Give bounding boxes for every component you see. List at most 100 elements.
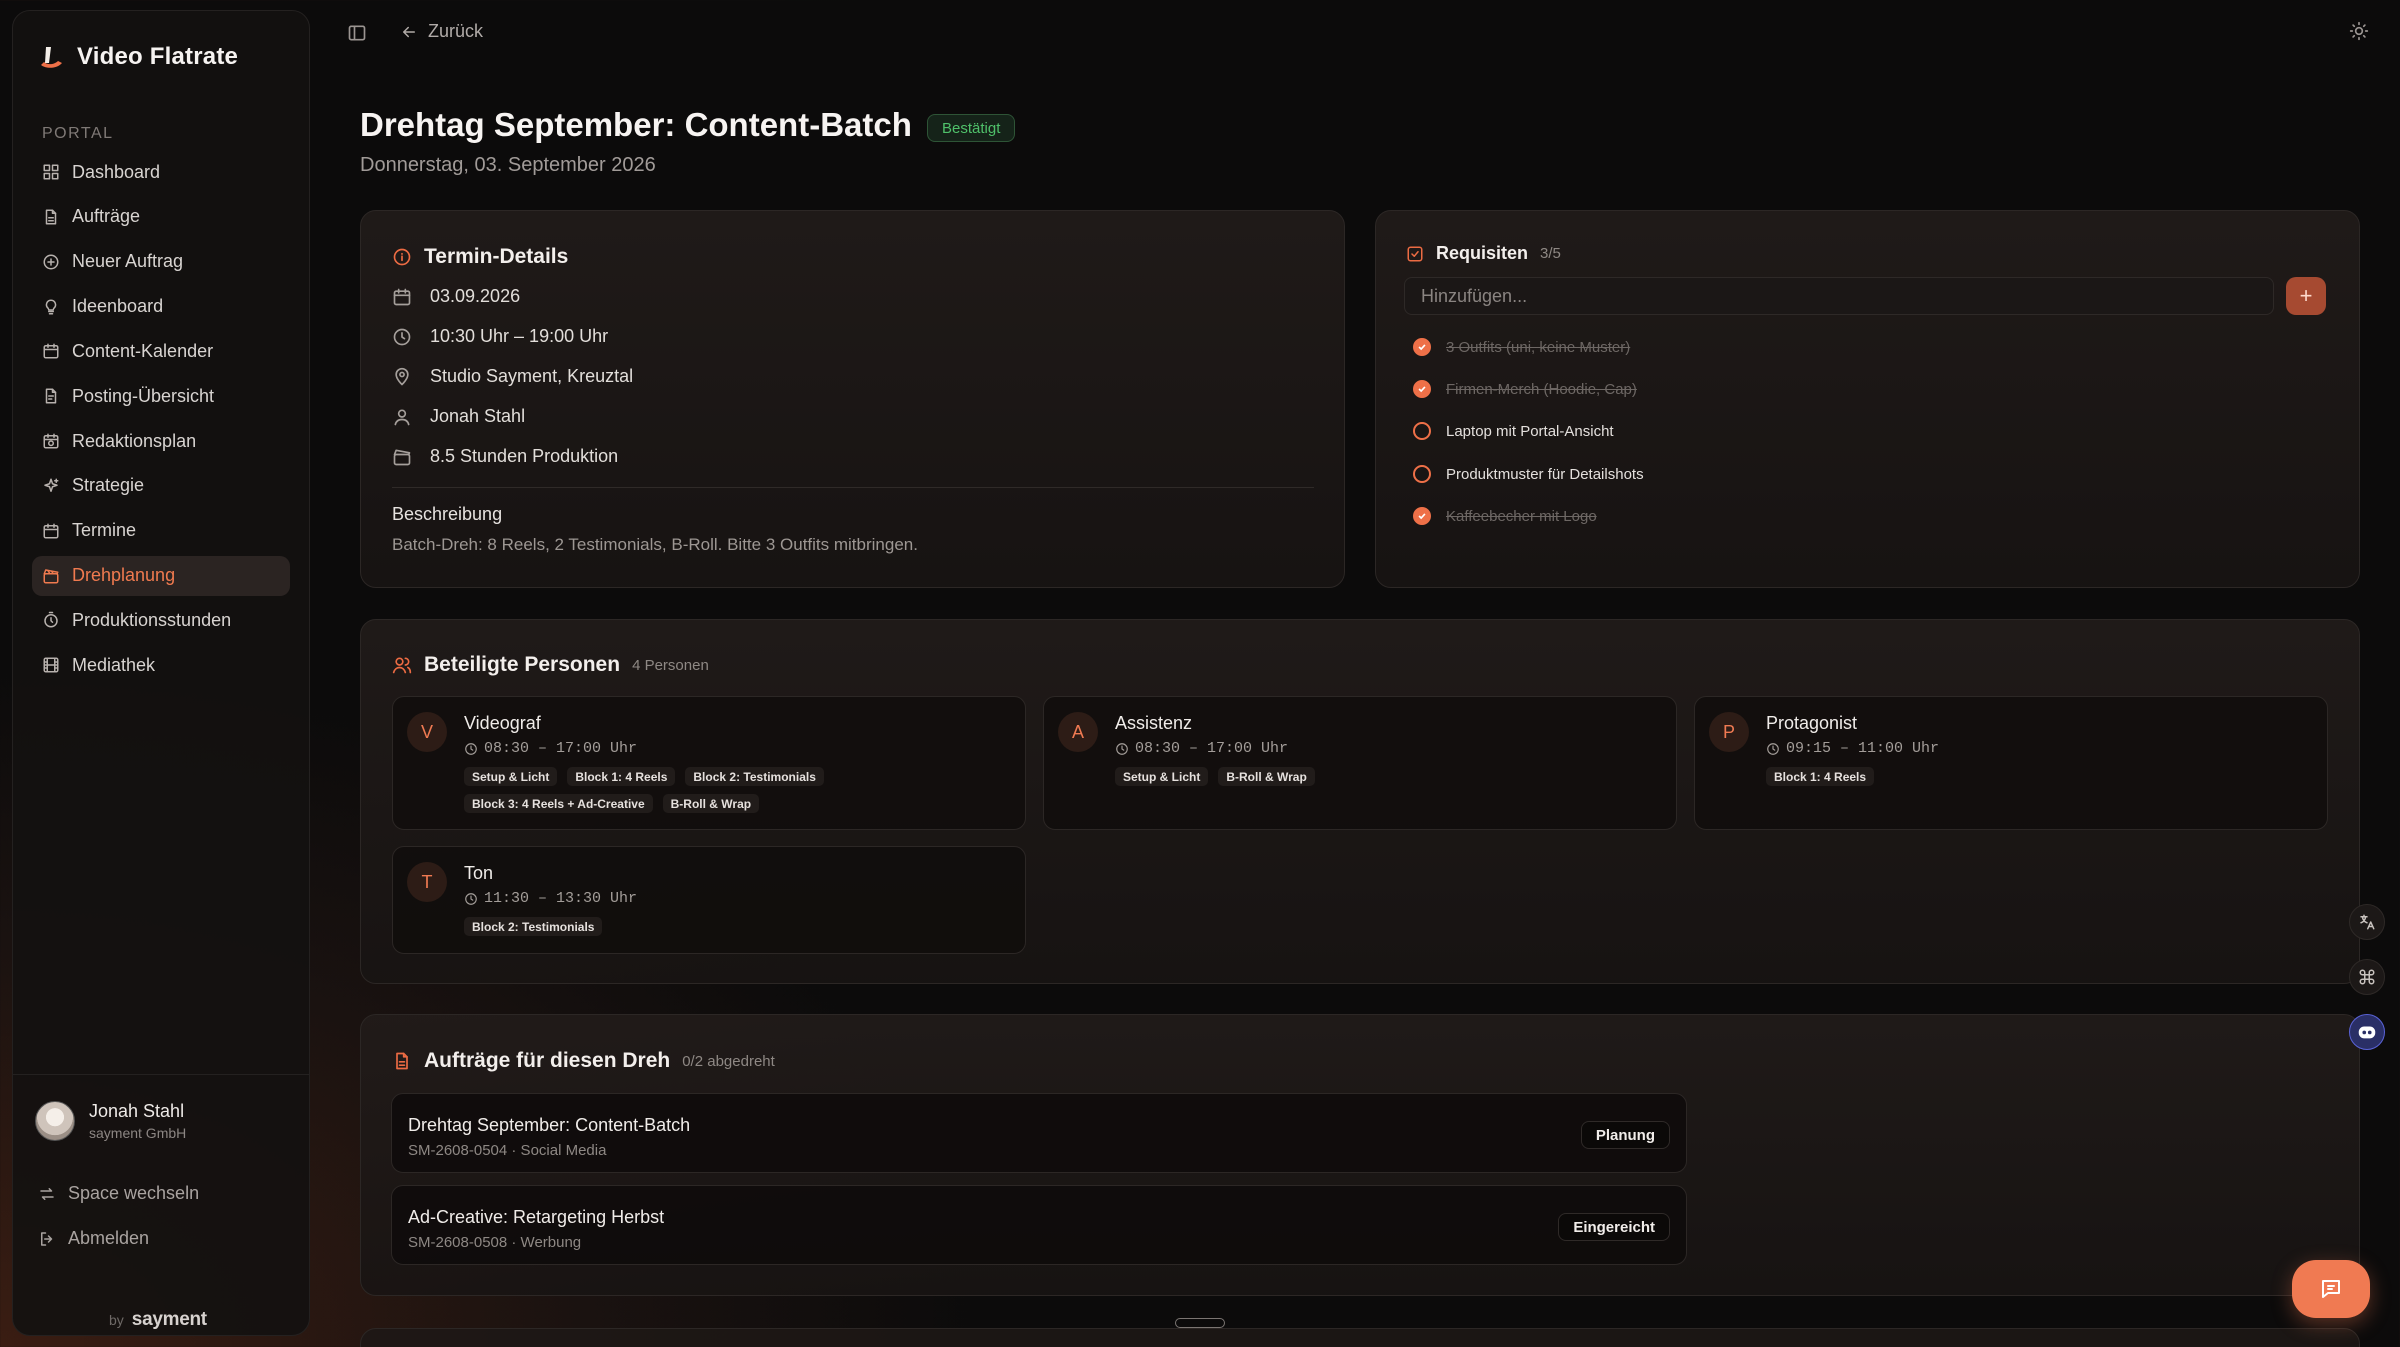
clock-icon [1116, 742, 1128, 755]
requisites-count: 3/5 [1540, 245, 1561, 262]
person-tags: Setup & Licht B-Roll & Wrap [1115, 767, 1655, 786]
translate-button[interactable] [2349, 904, 2385, 940]
requisites-add-button[interactable]: + [2286, 277, 2326, 315]
requisite-item[interactable]: 3 Outfits (uni, keine Muster) [1413, 338, 1630, 356]
person-tags: Block 1: 4 Reels [1766, 767, 2306, 786]
checked-icon[interactable] [1413, 338, 1431, 356]
requisites-header: Requisiten 3/5 [1406, 243, 1561, 264]
sidebar-divider [13, 1074, 309, 1075]
person-role: Ton [464, 863, 494, 883]
file-text-icon [45, 388, 57, 404]
detail-date: 03.09.2026 [392, 286, 520, 307]
arrow-left-icon [403, 26, 415, 37]
calendar-clock-icon [43, 433, 59, 449]
sidebar-item-termine[interactable]: Termine [32, 511, 290, 551]
requisite-label: Firmen-Merch (Hoodie, Cap) [1446, 380, 1637, 398]
requisites-card: Requisiten 3/5 + 3 Outfits (uni, keine M… [1375, 210, 2360, 588]
sidebar-item-auftraege[interactable]: Aufträge [32, 197, 290, 237]
order-title: Drehtag September: Content-Batch [408, 1115, 691, 1135]
requisites-add-input[interactable] [1404, 277, 2274, 315]
person-avatar: A [1058, 712, 1098, 752]
detail-date-value: 03.09.2026 [430, 286, 521, 306]
sidebar-item-label: Content-Kalender [72, 340, 214, 361]
plus-circle-icon [43, 254, 59, 270]
person-time: 08:30 – 17:00 Uhr [464, 740, 637, 757]
clock-icon [393, 328, 411, 345]
bot-icon [2358, 1026, 2376, 1039]
person-time-value: 08:30 – 17:00 Uhr [1135, 740, 1289, 757]
person-time-value: 11:30 – 13:30 Uhr [484, 890, 638, 907]
sidebar-item-neuer-auftrag[interactable]: Neuer Auftrag [32, 242, 290, 282]
clapperboard-icon [393, 449, 411, 465]
description-label: Beschreibung [392, 504, 503, 524]
details-card: Termin-Details 03.09.2026 10:30 Uhr – 19… [360, 210, 1345, 588]
sun-icon [2349, 21, 2369, 41]
order-status-badge: Planung [1580, 1121, 1670, 1149]
clock-icon [465, 892, 477, 905]
person-card-videograf[interactable]: V Videograf 08:30 – 17:00 Uhr Setup & Li… [392, 696, 1026, 830]
sidebar-nav: Dashboard Aufträge Neuer Auftrag Ideenbo… [32, 152, 290, 690]
details-header: Termin-Details [392, 245, 568, 269]
logout-icon [41, 1231, 53, 1246]
unchecked-circle-icon[interactable] [1413, 422, 1431, 440]
sidebar-item-label: Ideenboard [72, 296, 164, 317]
sidebar-item-redaktionsplan[interactable]: Redaktionsplan [32, 421, 290, 461]
requisite-label: Produktmuster für Detailshots [1446, 465, 1644, 483]
sidebar-item-dashboard[interactable]: Dashboard [32, 152, 290, 192]
sidebar-item-content-kalender[interactable]: Content-Kalender [32, 331, 290, 371]
sidebar-item-mediathek[interactable]: Mediathek [32, 645, 290, 685]
requisite-item[interactable]: Firmen-Merch (Hoodie, Cap) [1413, 380, 1637, 398]
person-tag: Block 2: Testimonials [464, 917, 603, 936]
sparkles-icon [44, 478, 59, 492]
sidebar-item-label: Produktionsstunden [72, 609, 232, 630]
person-tags: Setup & Licht Block 1: 4 Reels Block 2: … [464, 767, 1004, 813]
calendar-icon [43, 343, 59, 359]
unchecked-circle-icon[interactable] [1413, 465, 1431, 483]
clapperboard-icon [43, 568, 59, 584]
assistant-bot-button[interactable] [2349, 1014, 2385, 1050]
sidebar-item-ideenboard[interactable]: Ideenboard [32, 287, 290, 327]
person-card-assistenz[interactable]: A Assistenz 08:30 – 17:00 Uhr Setup & Li… [1043, 696, 1677, 830]
sidebar-item-label: Aufträge [72, 206, 141, 227]
order-meta: SM-2608-0504 · Social Media [408, 1142, 607, 1159]
lightbulb-icon [45, 299, 57, 315]
requisite-item[interactable]: Kaffeebecher mit Logo [1413, 507, 1597, 525]
back-button[interactable]: Zurück [400, 21, 483, 42]
person-card-protagonist[interactable]: P Protagonist 09:15 – 11:00 Uhr Block 1:… [1694, 696, 2328, 830]
persons-title: Beteiligte Personen [424, 653, 621, 676]
person-tag: Setup & Licht [464, 767, 558, 786]
scroll-handle[interactable] [1175, 1318, 1225, 1328]
order-row[interactable]: Drehtag September: Content-Batch SM-2608… [391, 1093, 1687, 1173]
chat-button[interactable] [2292, 1260, 2370, 1318]
switch-space-button[interactable]: Space wechseln [38, 1183, 199, 1204]
theme-toggle-button[interactable] [2349, 21, 2369, 41]
sidebar-toggle-icon [348, 25, 366, 41]
info-icon [393, 248, 411, 266]
user-profile[interactable]: Jonah Stahl sayment GmbH [35, 1101, 186, 1141]
sidebar-item-strategie[interactable]: Strategie [32, 466, 290, 506]
sidebar-item-drehplanung[interactable]: Drehplanung [32, 555, 290, 596]
sidebar-item-posting-uebersicht[interactable]: Posting-Übersicht [32, 376, 290, 416]
logout-button[interactable]: Abmelden [38, 1228, 149, 1249]
detail-person-value: Jonah Stahl [430, 406, 526, 426]
app-logo[interactable]: Video Flatrate [37, 43, 238, 71]
byline: by sayment [109, 1309, 207, 1331]
app-name: Video Flatrate [77, 43, 239, 70]
sidebar-item-produktionsstunden[interactable]: Produktionsstunden [32, 600, 290, 640]
order-row[interactable]: Ad-Creative: Retargeting Herbst SM-2608-… [391, 1185, 1687, 1265]
sidebar-toggle-button[interactable] [347, 23, 367, 43]
checked-icon[interactable] [1413, 380, 1431, 398]
sidebar: Video Flatrate PORTAL Dashboard Aufträge… [12, 10, 310, 1336]
document-icon [396, 1052, 408, 1070]
detail-time: 10:30 Uhr – 19:00 Uhr [392, 326, 608, 347]
sidebar-item-label: Mediathek [72, 654, 156, 675]
requisite-label: Laptop mit Portal-Ansicht [1446, 422, 1614, 440]
clock-icon [465, 742, 477, 755]
checked-icon[interactable] [1413, 507, 1431, 525]
requisite-item[interactable]: Laptop mit Portal-Ansicht [1413, 422, 1614, 440]
requisite-item[interactable]: Produktmuster für Detailshots [1413, 465, 1644, 483]
document-icon [45, 209, 57, 225]
person-time: 11:30 – 13:30 Uhr [464, 890, 637, 907]
command-button[interactable] [2349, 959, 2385, 995]
person-card-ton[interactable]: T Ton 11:30 – 13:30 Uhr Block 2: Testimo… [392, 846, 1026, 954]
